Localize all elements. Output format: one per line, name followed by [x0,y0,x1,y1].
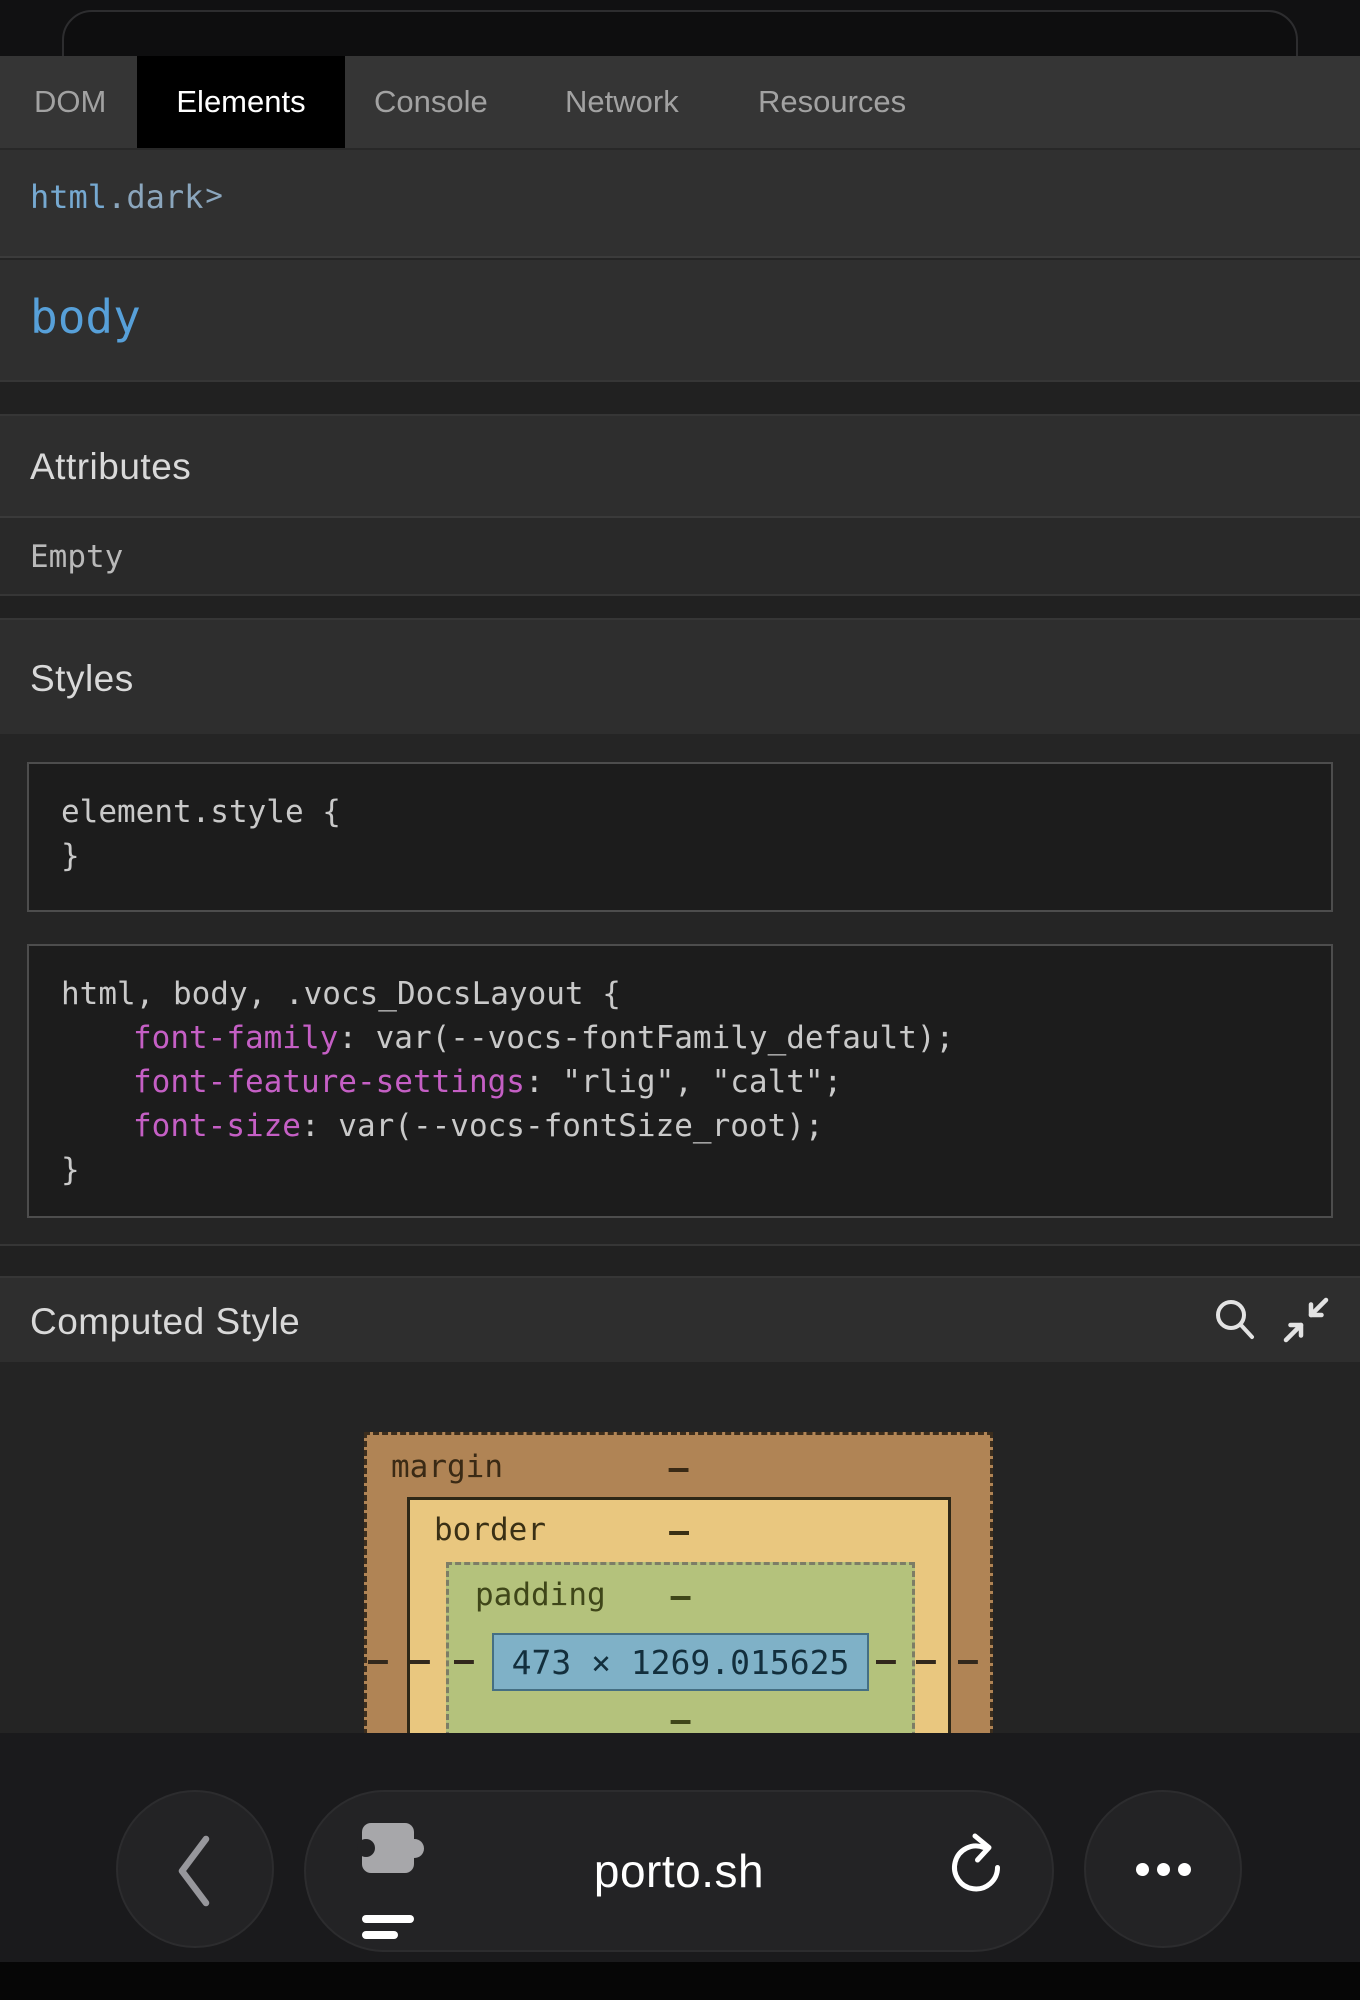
box-model-margin[interactable]: margin – border – padding – 473 × 1269.0… [364,1432,993,1733]
breadcrumb-item-html-dark[interactable]: html.dark> [30,178,223,216]
rule-selector-line: html, body, .vocs_DocsLayout { [61,976,621,1012]
tab-console[interactable]: Console [374,56,488,148]
border-label: border [434,1512,546,1548]
box-model-border[interactable]: border – padding – 473 × 1269.015625 – [407,1497,951,1733]
attributes-title: Attributes [30,446,192,487]
border-top-value: – [669,1511,689,1550]
tab-resources[interactable]: Resources [758,56,906,148]
styles-section-content: element.style { } html, body, .vocs_Docs… [0,734,1360,1244]
back-button[interactable] [116,1790,274,1948]
border-left-value: – [410,1640,430,1679]
breadcrumb-class: .dark [107,178,204,216]
tab-elements[interactable]: Elements [137,56,345,148]
computed-style-title: Computed Style [30,1301,301,1342]
rule-close-line: } [61,1152,80,1188]
padding-bottom-value: – [670,1700,691,1733]
rule-open-line: element.style { [61,794,341,830]
mobile-web-inspector: DOM Elements Console Network Resources h… [0,0,1360,2000]
collapse-icon[interactable] [1282,1296,1330,1344]
box-model-padding[interactable]: padding – 473 × 1269.015625 – [446,1562,915,1733]
css-property-value: : "rlig", "calt"; [524,1064,843,1100]
css-property-line: font-family: var(--vocs-fontFamily_defau… [61,1016,1331,1060]
attributes-section-header: Attributes [0,416,1360,516]
section-divider [0,1244,1360,1278]
css-property-line: font-size: var(--vocs-fontSize_root); [61,1104,1331,1148]
top-band [0,0,1360,56]
css-property-value: : var(--vocs-fontSize_root); [300,1108,824,1144]
selected-node-row[interactable]: body [0,260,1360,380]
rule-close-line: } [61,838,80,874]
chevron-left-icon [178,1835,210,1907]
box-model-content[interactable]: 473 × 1269.015625 [492,1633,869,1691]
styles-section-header: Styles [0,620,1360,734]
padding-left-value: – [454,1640,474,1679]
breadcrumb-chevron-icon: > [205,178,223,212]
margin-top-value: – [668,1448,689,1487]
attributes-empty-row: Empty [0,516,1360,594]
padding-top-value: – [670,1576,691,1615]
reload-icon[interactable] [946,1832,1006,1904]
browser-toolbar: porto.sh [0,1733,1360,1962]
inspector-search-field[interactable] [62,10,1298,56]
matched-css-rule[interactable]: html, body, .vocs_DocsLayout { font-fami… [27,944,1333,1218]
computed-style-header: Computed Style [0,1278,1360,1362]
url-label: porto.sh [593,1845,765,1897]
css-property-name: font-size [133,1108,301,1144]
css-property-name: font-family [133,1020,339,1056]
tab-network[interactable]: Network [565,56,679,148]
box-model-diagram: margin – border – padding – 473 × 1269.0… [0,1362,1360,1733]
margin-right-value: – [958,1640,978,1679]
margin-left-value: – [368,1640,388,1679]
padding-right-value: – [876,1640,896,1679]
css-property-line: font-feature-settings: "rlig", "calt"; [61,1060,1331,1104]
styles-title: Styles [30,658,134,699]
css-property-value: : var(--vocs-fontFamily_default); [338,1020,955,1056]
bottom-home-strip [0,1962,1360,2000]
padding-label: padding [475,1577,606,1613]
element-style-rule[interactable]: element.style { } [27,762,1333,912]
section-divider [0,594,1360,620]
content-dimensions: 473 × 1269.015625 [511,1642,850,1682]
breadcrumb-tag: html [30,178,108,216]
attributes-empty-label: Empty [30,539,124,575]
tab-dom[interactable]: DOM [34,56,106,148]
address-bar[interactable]: porto.sh [304,1790,1054,1952]
search-icon[interactable] [1212,1296,1260,1344]
more-menu-button[interactable] [1084,1790,1242,1948]
dom-breadcrumb: html.dark> [0,148,1360,258]
selected-node-name: body [30,290,141,344]
inspector-tab-bar: DOM Elements Console Network Resources [0,56,1360,148]
css-property-name: font-feature-settings [133,1064,525,1100]
border-right-value: – [916,1640,936,1679]
margin-label: margin [391,1449,503,1485]
section-divider [0,380,1360,416]
ellipsis-icon [1135,1862,1149,1876]
